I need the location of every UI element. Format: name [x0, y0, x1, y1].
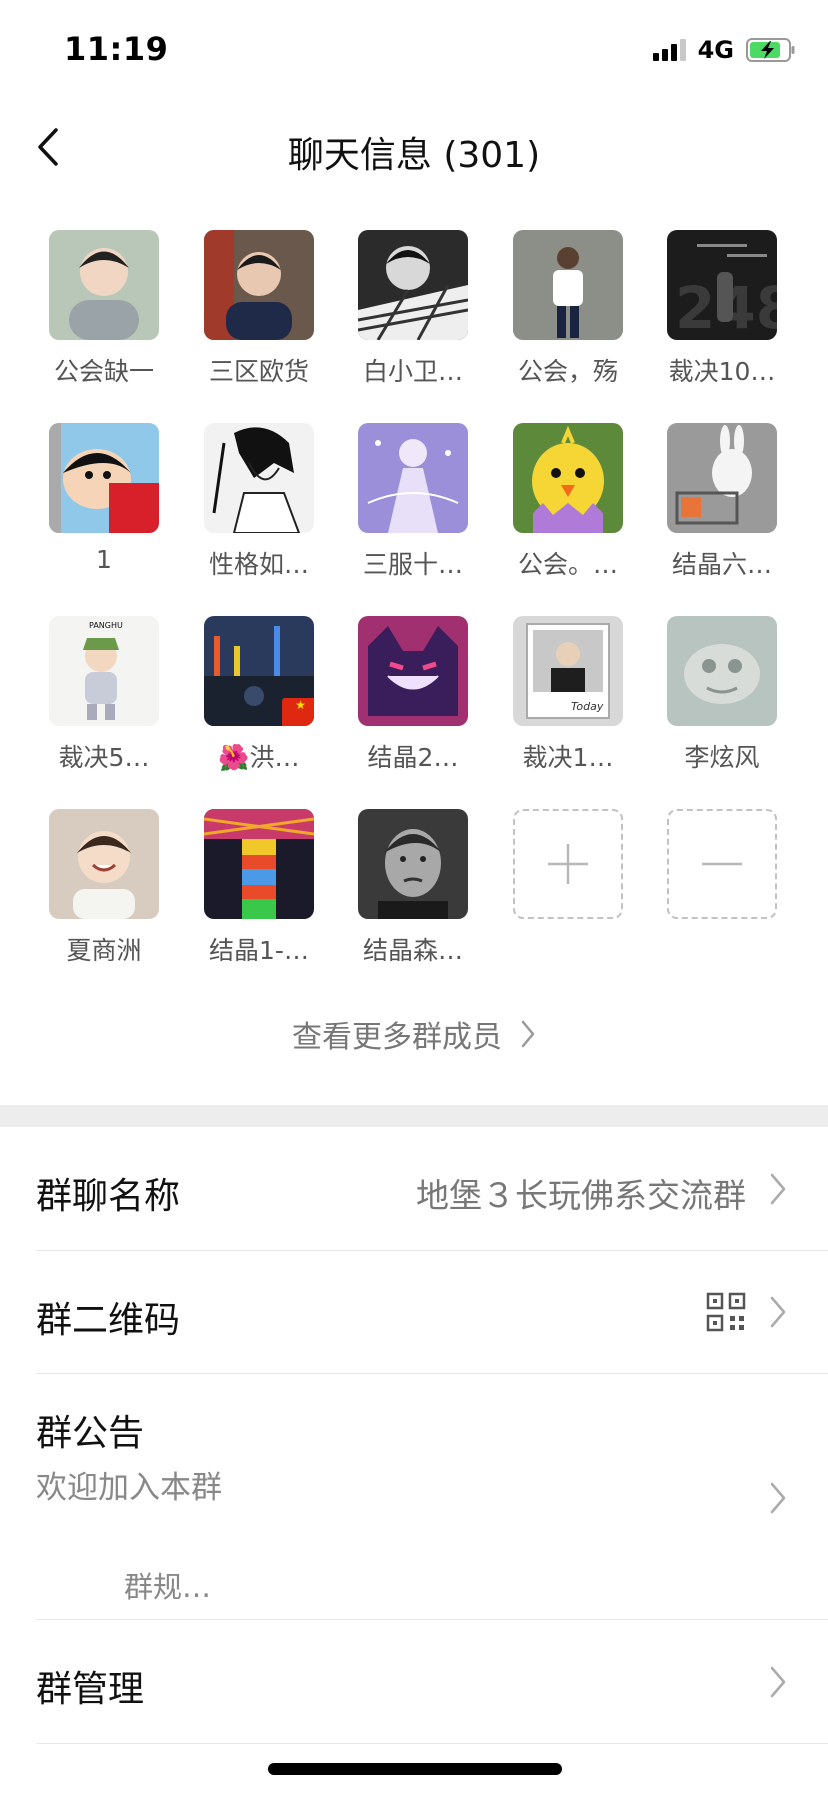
group-remark-label: 备注 — [36, 1784, 108, 1793]
member-name: 裁决10… — [668, 357, 776, 386]
member-name: 公会。… — [517, 550, 618, 579]
member-item[interactable]: 248 裁决10… — [647, 230, 797, 388]
nav-bar: 聊天信息 (301) — [0, 100, 828, 196]
group-qr-row[interactable]: 群二维码 — [36, 1251, 828, 1374]
member-name: 公会缺一 — [53, 357, 154, 386]
member-avatar — [204, 809, 314, 919]
member-item[interactable]: PANGHU 裁决5… — [29, 616, 179, 774]
svg-text:Today: Today — [571, 700, 604, 713]
group-manage-label: 群管理 — [36, 1669, 145, 1710]
member-name: 夏商洲 — [66, 936, 142, 965]
chevron-right-icon — [770, 1666, 786, 1698]
member-avatar — [358, 423, 468, 533]
member-item[interactable]: 结晶1-… — [184, 809, 334, 967]
member-item[interactable]: 夏商洲 — [29, 809, 179, 967]
member-item[interactable]: ★ 🌺洪… — [184, 616, 334, 774]
signal-icon — [652, 39, 686, 61]
member-avatar: PANGHU — [49, 616, 159, 726]
member-avatar — [358, 809, 468, 919]
member-item[interactable]: 1 — [29, 423, 179, 574]
member-name: 三区欧货 — [208, 357, 309, 386]
member-avatar: 248 — [667, 230, 777, 340]
qr-code-icon — [706, 1292, 746, 1332]
member-item[interactable]: 三服十… — [338, 423, 488, 581]
remove-member-box — [667, 809, 777, 919]
chevron-right-icon — [770, 1296, 786, 1328]
group-qr-label: 群二维码 — [36, 1300, 181, 1341]
minus-icon — [702, 862, 742, 866]
member-name: 李炫风 — [684, 743, 760, 772]
member-name: 1 — [96, 545, 112, 574]
status-indicators: 4G — [652, 36, 796, 64]
group-notice-line2: 群规… — [124, 1570, 212, 1604]
member-avatar — [667, 616, 777, 726]
view-more-members-label: 查看更多群成员 — [292, 1020, 502, 1055]
china-flag-icon: ★ — [282, 698, 314, 726]
member-item[interactable]: 李炫风 — [647, 616, 797, 774]
member-avatar: Today — [513, 616, 623, 726]
member-avatar — [513, 423, 623, 533]
member-avatar — [204, 230, 314, 340]
plus-icon — [548, 844, 588, 884]
member-avatar: ★ — [204, 616, 314, 726]
group-name-row[interactable]: 群聊名称 地堡３长玩佛系交流群 — [36, 1127, 828, 1251]
view-more-members-link[interactable]: 查看更多群成员 — [0, 1012, 828, 1056]
member-avatar — [513, 230, 623, 340]
group-notice-row[interactable]: 群公告 欢迎加入本群 群规… — [36, 1374, 828, 1620]
member-avatar — [358, 616, 468, 726]
member-item[interactable]: 三区欧货 — [184, 230, 334, 388]
status-bar: 11:19 4G — [0, 0, 828, 100]
svg-text:PANGHU: PANGHU — [89, 621, 123, 630]
group-notice-label: 群公告 — [36, 1413, 145, 1454]
member-name: 裁决5… — [58, 743, 150, 772]
member-name: 结晶六… — [671, 550, 772, 579]
member-item[interactable]: 白小卫… — [338, 230, 488, 388]
member-avatar — [358, 230, 468, 340]
group-manage-row[interactable]: 群管理 — [36, 1620, 828, 1744]
member-item[interactable]: 性格如… — [184, 423, 334, 581]
battery-charging-icon — [746, 38, 795, 62]
member-item[interactable]: 结晶森… — [338, 809, 488, 967]
member-name: 三服十… — [362, 550, 463, 579]
group-name-value: 地堡３长玩佛系交流群 — [416, 1176, 746, 1215]
chevron-right-icon — [770, 1482, 786, 1514]
add-member-button[interactable] — [493, 809, 643, 919]
section-divider — [0, 1105, 828, 1127]
member-avatar — [49, 809, 159, 919]
member-avatar — [204, 423, 314, 533]
member-name: 性格如… — [208, 550, 309, 579]
chevron-right-icon — [770, 1173, 786, 1205]
member-name: 🌺洪… — [218, 743, 300, 772]
member-avatar — [49, 423, 159, 533]
status-time: 11:19 — [64, 30, 169, 68]
member-item[interactable]: 结晶六… — [647, 423, 797, 581]
member-name: 白小卫… — [362, 357, 463, 386]
chevron-right-icon — [521, 1020, 535, 1048]
page-title: 聊天信息 (301) — [287, 135, 541, 176]
group-name-label: 群聊名称 — [36, 1176, 181, 1217]
network-type: 4G — [697, 36, 734, 64]
member-name: 裁决1… — [522, 743, 614, 772]
member-item[interactable]: 公会，殇 — [493, 230, 643, 388]
member-name: 结晶1-… — [209, 936, 309, 965]
group-notice-line1: 欢迎加入本群 — [36, 1470, 222, 1506]
member-item[interactable]: 公会缺一 — [29, 230, 179, 388]
member-item[interactable]: Today 裁决1… — [493, 616, 643, 774]
add-member-box — [513, 809, 623, 919]
member-name: 公会，殇 — [517, 357, 618, 386]
member-item[interactable]: 公会。… — [493, 423, 643, 581]
remove-member-button[interactable] — [647, 809, 797, 919]
member-item[interactable]: 结晶2… — [338, 616, 488, 774]
member-name: 结晶2… — [367, 743, 459, 772]
home-indicator[interactable] — [268, 1763, 562, 1775]
member-name: 结晶森… — [362, 936, 463, 965]
member-avatar — [667, 423, 777, 533]
member-avatar — [49, 230, 159, 340]
